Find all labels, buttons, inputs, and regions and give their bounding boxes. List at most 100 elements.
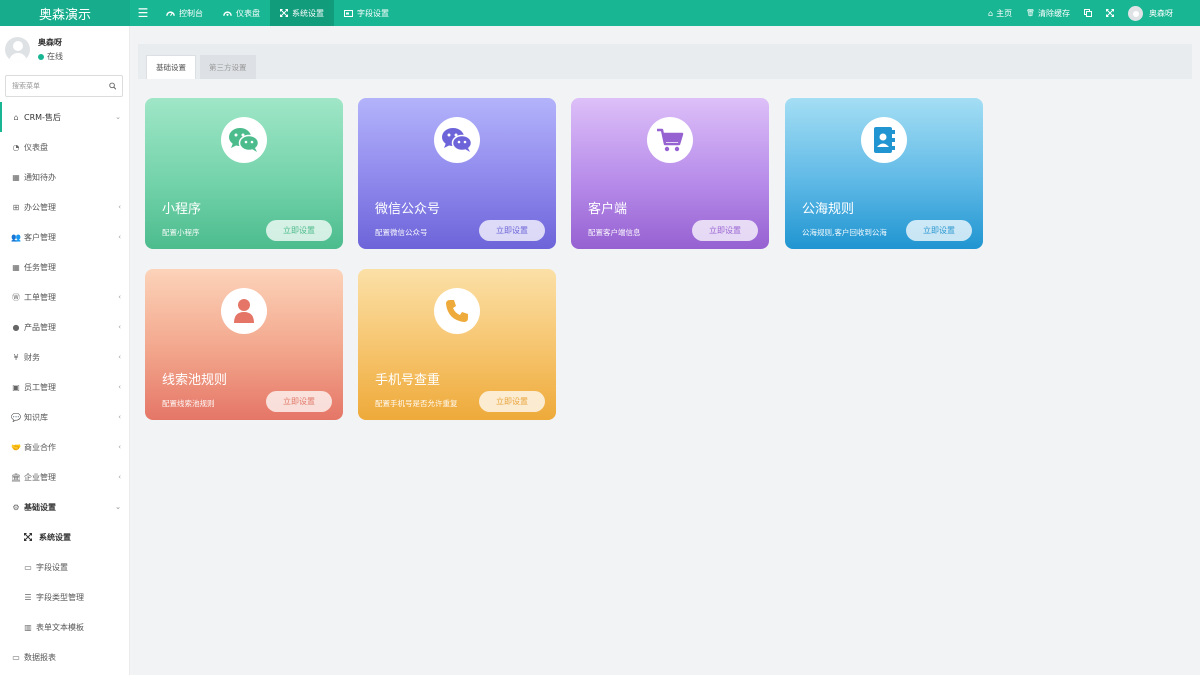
sidebar-item-label: 产品管理 <box>24 322 56 332</box>
home-icon: ⌂ <box>13 112 19 122</box>
sidebar-item-label: 工单管理 <box>24 292 56 302</box>
sidebar-item-label: 数据报表 <box>24 652 56 662</box>
chevron-down-icon: ⌄ <box>115 503 121 511</box>
sidebar-item-office[interactable]: ⊞ 办公管理 ‹ <box>0 192 129 222</box>
chevron-left-icon: ‹ <box>118 203 121 211</box>
menu-search <box>5 75 123 97</box>
building-icon: ▥ <box>24 622 32 632</box>
card-phone-dedup: 手机号查重 配置手机号是否允许重复 立即设置 <box>358 269 556 420</box>
home-link[interactable]: ⌂ 主页 <box>981 0 1019 26</box>
user-menu[interactable]: 奥森呀 <box>1121 0 1180 26</box>
card-title: 公海规则 <box>802 202 855 217</box>
dashboard-icon <box>166 11 175 16</box>
sidebar-item-label: 任务管理 <box>24 262 56 272</box>
sidebar-item-reports[interactable]: ▭ 数据报表 <box>0 642 129 672</box>
sidebar-item-products[interactable]: ● 产品管理 ‹ <box>0 312 129 342</box>
chevron-down-icon: ⌄ <box>115 113 121 121</box>
sidebar-item-system-settings[interactable]: 系统设置 <box>0 522 129 552</box>
tab-third-party-settings[interactable]: 第三方设置 <box>200 55 256 79</box>
handshake-icon: 🤝 <box>11 442 21 452</box>
sidebar-item-field-types[interactable]: ☰ 字段类型管理 <box>0 582 129 612</box>
card-title: 客户端 <box>588 202 628 217</box>
sidebar-item-dashboard[interactable]: ◔ 仪表盘 <box>0 132 129 162</box>
sidebar-item-label: 基础设置 <box>24 502 56 512</box>
user-status: 在线 <box>38 51 63 62</box>
avatar <box>1128 5 1143 21</box>
card-description: 配置客户端信息 <box>588 228 641 237</box>
sidebar-item-tasks[interactable]: ▦ 任务管理 <box>0 252 129 282</box>
tab-basic-settings[interactable]: 基础设置 <box>146 55 196 79</box>
windows-icon: ⊞ <box>12 202 20 212</box>
setup-now-button[interactable]: 立即设置 <box>266 220 332 241</box>
sidebar-item-field-settings[interactable]: ▭ 字段设置 <box>0 552 129 582</box>
clear-cache-label: 清除缓存 <box>1038 8 1070 18</box>
sidebar-item-label: 员工管理 <box>24 382 56 392</box>
clear-cache-button[interactable]: 🗑 清除缓存 <box>1019 0 1077 26</box>
sidebar-item-staff[interactable]: ▣ 员工管理 ‹ <box>0 372 129 402</box>
gears-icon: ⚙ <box>12 502 20 512</box>
chevron-left-icon: ‹ <box>118 383 121 391</box>
sidebar-item-finance[interactable]: ¥ 财务 ‹ <box>0 342 129 372</box>
chevron-left-icon: ‹ <box>118 233 121 241</box>
setup-now-button[interactable]: 立即设置 <box>692 220 758 241</box>
staff-icon: ▣ <box>12 382 20 392</box>
chevron-left-icon: ‹ <box>118 323 121 331</box>
hamburger-icon[interactable]: ☰ <box>130 6 156 20</box>
setup-now-button[interactable]: 立即设置 <box>266 391 332 412</box>
gauge-icon <box>223 11 232 16</box>
search-icon[interactable] <box>108 82 116 90</box>
bank-icon: 🏛 <box>10 472 22 482</box>
search-input[interactable] <box>12 82 109 90</box>
phone-icon <box>434 288 480 334</box>
online-dot-icon <box>38 53 44 60</box>
sidebar-item-label: 客户管理 <box>24 232 56 242</box>
fullscreen-icon <box>1106 9 1114 17</box>
sidebar-item-label: 商业合作 <box>24 442 56 452</box>
card-title: 手机号查重 <box>375 373 441 388</box>
chevron-left-icon: ‹ <box>118 473 121 481</box>
sidebar-item-enterprise[interactable]: 🏛 企业管理 ‹ <box>0 462 129 492</box>
fullscreen-button[interactable] <box>1099 0 1121 26</box>
setup-now-button[interactable]: 立即设置 <box>479 391 545 412</box>
topnav-system-settings[interactable]: 系统设置 <box>270 0 334 26</box>
topnav-dashboard[interactable]: 仪表盘 <box>213 0 270 26</box>
sidebar-item-basic-settings[interactable]: ⚙ 基础设置 ⌄ <box>0 492 129 522</box>
avatar <box>5 37 30 62</box>
sidebar-item-label: 知识库 <box>24 412 48 422</box>
user-name: 奥森呀 <box>38 38 62 47</box>
expand-icon <box>24 533 32 541</box>
home-label: 主页 <box>996 8 1013 18</box>
sidebar-item-tickets[interactable]: Ⓦ 工单管理 ‹ <box>0 282 129 312</box>
chat-icon: 💬 <box>11 412 21 422</box>
card-description: 配置微信公众号 <box>375 228 428 237</box>
sidebar-item-notifications[interactable]: ▦ 通知待办 <box>0 162 129 192</box>
sidebar-item-label: 字段类型管理 <box>36 592 84 602</box>
setup-now-button[interactable]: 立即设置 <box>479 220 545 241</box>
contact-book-icon <box>861 117 907 163</box>
card-title: 小程序 <box>162 202 202 217</box>
sidebar-item-partners[interactable]: 🤝 商业合作 ‹ <box>0 432 129 462</box>
field-icon: ▭ <box>24 562 32 572</box>
setup-now-button[interactable]: 立即设置 <box>906 220 972 241</box>
yen-icon: ¥ <box>13 352 19 362</box>
sidebar-item-knowledge[interactable]: 💬 知识库 ‹ <box>0 402 129 432</box>
top-right-actions: ⌂ 主页 🗑 清除缓存 奥森呀 <box>981 0 1200 26</box>
card-description: 配置小程序 <box>162 228 200 237</box>
user-info: 奥森呀 在线 <box>38 37 63 62</box>
user-name-top: 奥森呀 <box>1149 8 1173 18</box>
chevron-left-icon: ‹ <box>118 353 121 361</box>
topnav-console[interactable]: 控制台 <box>156 0 213 26</box>
app-title[interactable]: 奥森演示 <box>0 0 130 26</box>
sidebar-item-customers[interactable]: 👥 客户管理 ‹ <box>0 222 129 252</box>
sidebar-item-form-templates[interactable]: ▥ 表单文本模板 <box>0 612 129 642</box>
trash-icon: 🗑 <box>1026 9 1035 17</box>
user-panel: 奥森呀 在线 <box>0 26 129 66</box>
sidebar-item-crm[interactable]: ⌂ CRM-售后 ⌄ <box>0 102 129 132</box>
translate-button[interactable] <box>1077 0 1099 26</box>
sidebar-item-label: 企业管理 <box>24 472 56 482</box>
topnav-field-settings[interactable]: 字段设置 <box>334 0 399 26</box>
user-icon <box>221 288 267 334</box>
settings-tabs: 基础设置 第三方设置 <box>138 44 1192 79</box>
translate-icon <box>1084 9 1092 17</box>
sidebar-item-label: CRM-售后 <box>24 112 61 122</box>
